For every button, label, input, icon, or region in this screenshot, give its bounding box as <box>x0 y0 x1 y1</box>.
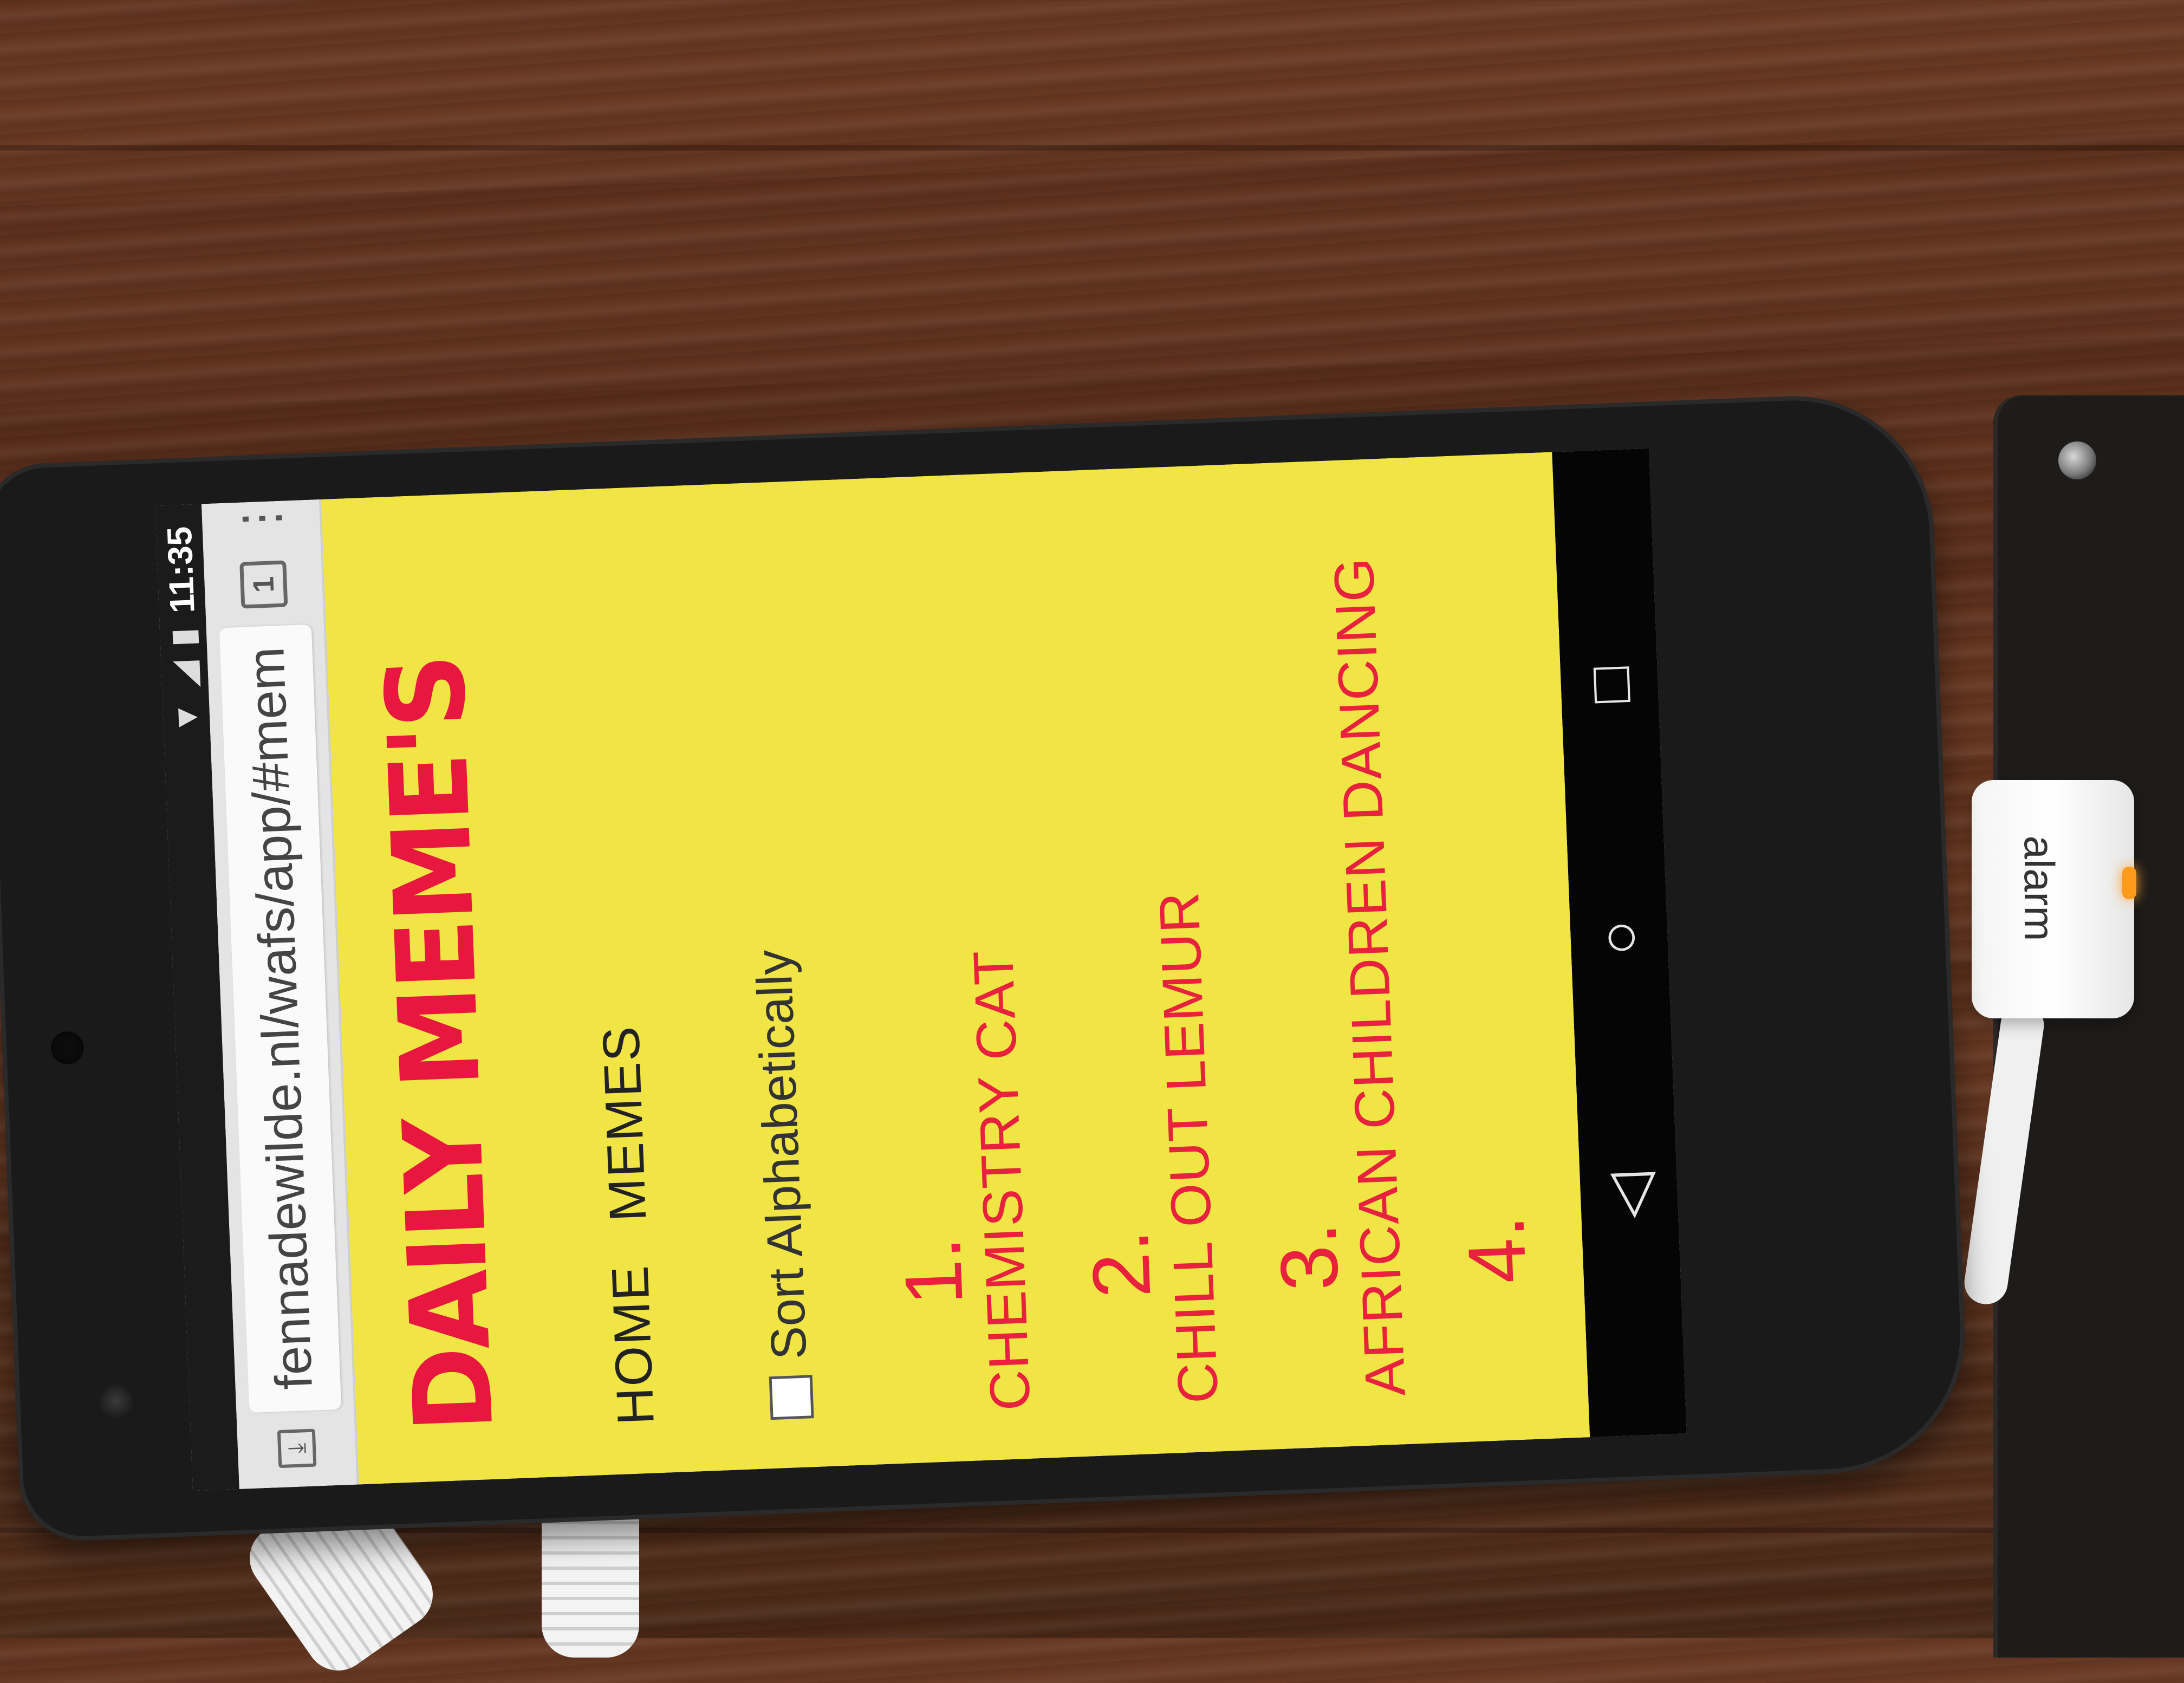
wifi-icon: ▼ <box>167 700 205 735</box>
tabs-icon[interactable]: 1 <box>239 560 288 609</box>
sort-toggle[interactable]: Sort Alphabetically <box>730 530 821 1420</box>
recents-icon[interactable]: □ <box>1575 666 1643 704</box>
alarm-led <box>2122 867 2136 899</box>
phone-screen: ▼ ◢ ▮ 11:35 ⤓ fennadewilde.nl/wafs/app/#… <box>155 448 1687 1491</box>
meme-item[interactable]: 3. AFRICAN CHILDREN DANCING <box>1238 508 1418 1401</box>
nav-memes[interactable]: MEMES <box>592 1024 659 1223</box>
meme-item[interactable]: 4. <box>1425 503 1544 1394</box>
meme-list: 1. CHEMISTRY CAT 2. CHILL OUT LEMUR 3. A… <box>862 503 1545 1415</box>
nav-home[interactable]: HOME <box>601 1264 666 1426</box>
page-content: DAILY MEME'S HOME MEMES Sort Alphabetica… <box>321 452 1590 1485</box>
tab-count: 1 <box>246 575 280 594</box>
url-text: fennadewilde.nl/wafs/app/#mem <box>236 646 323 1391</box>
download-icon[interactable]: ⤓ <box>277 1428 316 1468</box>
sort-label: Sort Alphabetically <box>746 948 817 1361</box>
sort-checkbox[interactable] <box>769 1375 814 1420</box>
meme-item[interactable]: 1. CHEMISTRY CAT <box>862 522 1043 1415</box>
overflow-menu-icon[interactable]: ⋮ <box>233 493 289 544</box>
meme-number: 4. <box>1449 1214 1543 1285</box>
signal-icon: ◢ <box>165 660 203 687</box>
battery-icon: ▮ <box>164 627 202 647</box>
screw <box>2058 441 2096 479</box>
url-bar[interactable]: fennadewilde.nl/wafs/app/#mem <box>219 624 341 1413</box>
alarm-label: alarm <box>2016 835 2063 941</box>
back-icon[interactable]: ◁ <box>1595 1172 1663 1220</box>
site-logo[interactable]: DAILY MEME'S <box>358 542 518 1434</box>
home-icon[interactable]: ○ <box>1585 919 1653 957</box>
table-seam-top <box>0 145 2184 151</box>
main-nav: HOME MEMES <box>573 536 666 1426</box>
status-time: 11:35 <box>159 525 202 614</box>
meme-item[interactable]: 2. CHILL OUT LEMUR <box>1050 515 1230 1408</box>
screen-content: ▼ ◢ ▮ 11:35 ⤓ fennadewilde.nl/wafs/app/#… <box>155 448 1687 1491</box>
earpiece <box>50 1031 84 1065</box>
front-camera <box>96 1381 136 1421</box>
